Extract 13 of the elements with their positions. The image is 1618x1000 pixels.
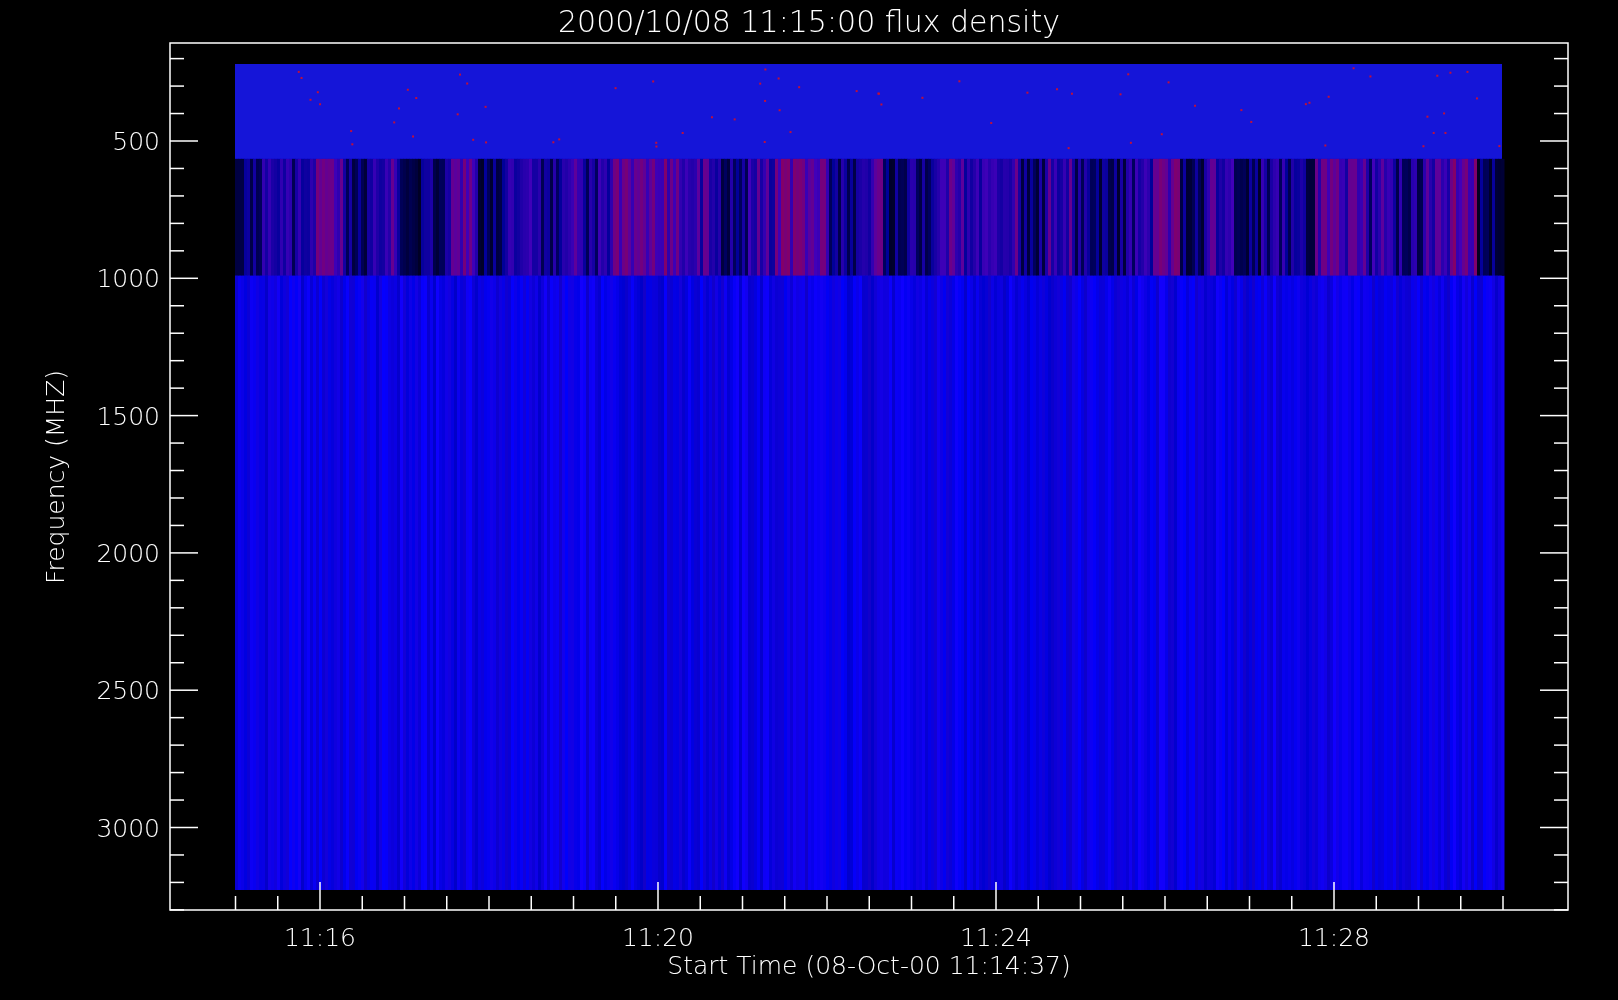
x-tick-label: 11:20 <box>622 923 694 952</box>
x-tick-label: 11:28 <box>1298 923 1370 952</box>
y-tick-label: 1000 <box>96 264 160 294</box>
x-axis-title: Start Time (08-Oct-00 11:14:37) <box>667 951 1071 980</box>
y-tick-label: 500 <box>112 127 160 156</box>
x-tick-label: 11:24 <box>960 923 1032 952</box>
y-axis-title: Frequency (MHZ) <box>41 369 70 585</box>
y-tick-label: 2500 <box>96 676 160 706</box>
y-tick-label: 2000 <box>96 538 160 568</box>
x-tick-label: 11:16 <box>284 923 356 952</box>
plot-title: 2000/10/08 11:15:00 flux density <box>558 4 1060 39</box>
y-tick-label: 3000 <box>96 813 160 843</box>
y-tick-label: 1500 <box>96 401 160 431</box>
